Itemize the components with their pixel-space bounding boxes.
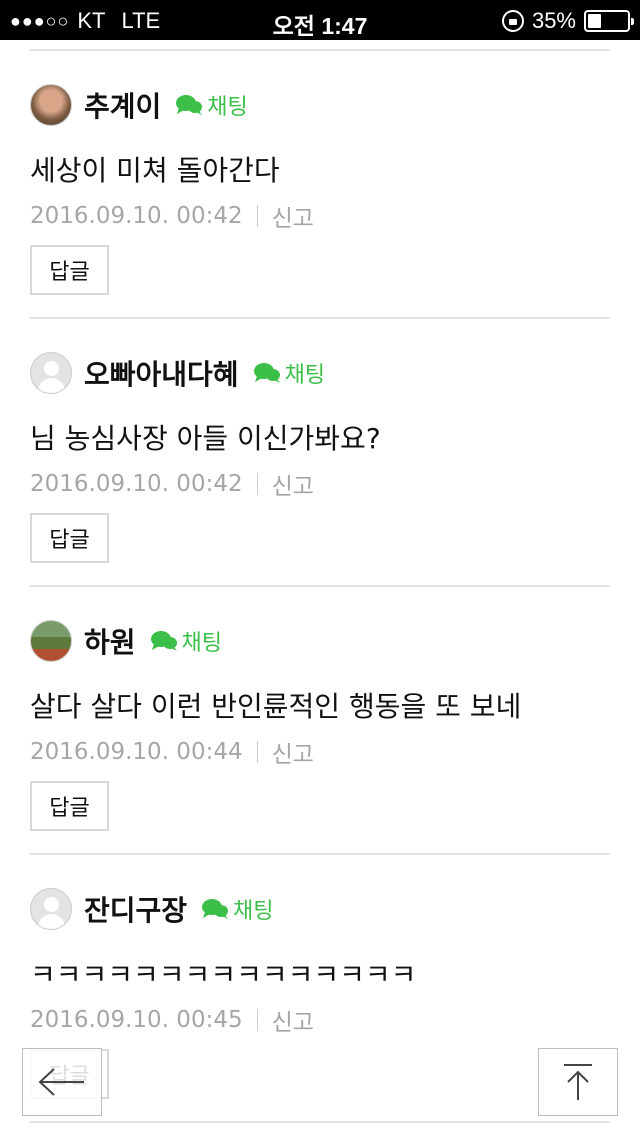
report-link[interactable]: 신고 — [272, 735, 314, 769]
comment-timestamp: 2016.09.10. 00:45 — [30, 1007, 243, 1033]
comment-text: 님 농심사장 아들 이신가봐요? — [30, 422, 381, 455]
comment-nickname[interactable]: 오빠아내다혜 — [84, 353, 239, 393]
comment-item: 하원 채팅 살다 살다 이런 반인륜적인 행동을 또 보네 2016.09.10… — [30, 587, 610, 855]
comment-header: 오빠아내다혜 채팅 — [30, 352, 325, 394]
comment-header: 하원 채팅 — [30, 620, 222, 662]
comment-nickname[interactable]: 잔디구장 — [84, 889, 187, 929]
comment-list: 추계이 채팅 세상이 미쳐 돌아간다 2016.09.10. 00:42 신고 … — [30, 40, 610, 1123]
chat-link[interactable]: 채팅 — [182, 625, 222, 657]
chat-bubble-icon[interactable] — [201, 897, 229, 921]
status-bar: ●●●○○ KT LTE 오전 1:47 35% — [0, 0, 640, 40]
chat-bubble-icon[interactable] — [253, 361, 281, 385]
comment-timestamp: 2016.09.10. 00:44 — [30, 739, 243, 765]
chat-link[interactable]: 채팅 — [207, 89, 247, 121]
chat-link[interactable]: 채팅 — [285, 357, 325, 389]
meta-separator — [256, 1009, 258, 1031]
comment-nickname[interactable]: 추계이 — [84, 85, 161, 125]
report-link[interactable]: 신고 — [272, 1003, 314, 1037]
reply-button[interactable]: 답글 — [30, 513, 109, 563]
arrow-left-icon — [38, 1068, 84, 1096]
meta-separator — [256, 473, 258, 495]
back-button[interactable] — [22, 1048, 102, 1116]
reply-button[interactable]: 답글 — [30, 245, 109, 295]
comment-text: ㅋㅋㅋㅋㅋㅋㅋㅋㅋㅋㅋㅋㅋㅋㅋ — [30, 958, 417, 991]
comment-item: 추계이 채팅 세상이 미쳐 돌아간다 2016.09.10. 00:42 신고 … — [30, 51, 610, 319]
battery-percent: 35% — [531, 8, 576, 33]
default-avatar-icon[interactable] — [30, 352, 72, 394]
default-avatar-icon[interactable] — [30, 888, 72, 930]
rotation-lock-icon — [501, 10, 524, 32]
report-link[interactable]: 신고 — [272, 467, 314, 501]
comment-header: 잔디구장 채팅 — [30, 888, 274, 930]
chat-link[interactable]: 채팅 — [233, 893, 273, 925]
comment-meta: 2016.09.10. 00:45 신고 — [30, 1003, 314, 1037]
comment-meta: 2016.09.10. 00:44 신고 — [30, 735, 314, 769]
comment-meta: 2016.09.10. 00:42 신고 — [30, 199, 314, 233]
avatar[interactable] — [30, 620, 72, 662]
avatar[interactable] — [30, 84, 72, 126]
arrow-up-to-top-icon — [564, 1064, 592, 1100]
comment-header: 추계이 채팅 — [30, 84, 248, 126]
comment-text: 살다 살다 이런 반인륜적인 행동을 또 보네 — [30, 690, 522, 723]
comment-nickname[interactable]: 하원 — [84, 621, 136, 661]
chat-bubble-icon[interactable] — [150, 629, 178, 653]
comment-timestamp: 2016.09.10. 00:42 — [30, 471, 243, 497]
comment-timestamp: 2016.09.10. 00:42 — [30, 203, 243, 229]
battery-icon — [584, 10, 634, 32]
chat-bubble-icon[interactable] — [175, 93, 203, 117]
meta-separator — [256, 741, 258, 763]
scroll-to-top-button[interactable] — [538, 1048, 618, 1116]
comment-text: 세상이 미쳐 돌아간다 — [30, 154, 280, 187]
comment-item: 잔디구장 채팅 ㅋㅋㅋㅋㅋㅋㅋㅋㅋㅋㅋㅋㅋㅋㅋ 2016.09.10. 00:4… — [30, 855, 610, 1123]
comment-item: 오빠아내다혜 채팅 님 농심사장 아들 이신가봐요? 2016.09.10. 0… — [30, 319, 610, 587]
battery-level-fill — [588, 14, 602, 28]
reply-button[interactable]: 답글 — [30, 781, 109, 831]
report-link[interactable]: 신고 — [272, 199, 314, 233]
meta-separator — [256, 205, 258, 227]
divider — [30, 40, 610, 51]
comment-meta: 2016.09.10. 00:42 신고 — [30, 467, 314, 501]
